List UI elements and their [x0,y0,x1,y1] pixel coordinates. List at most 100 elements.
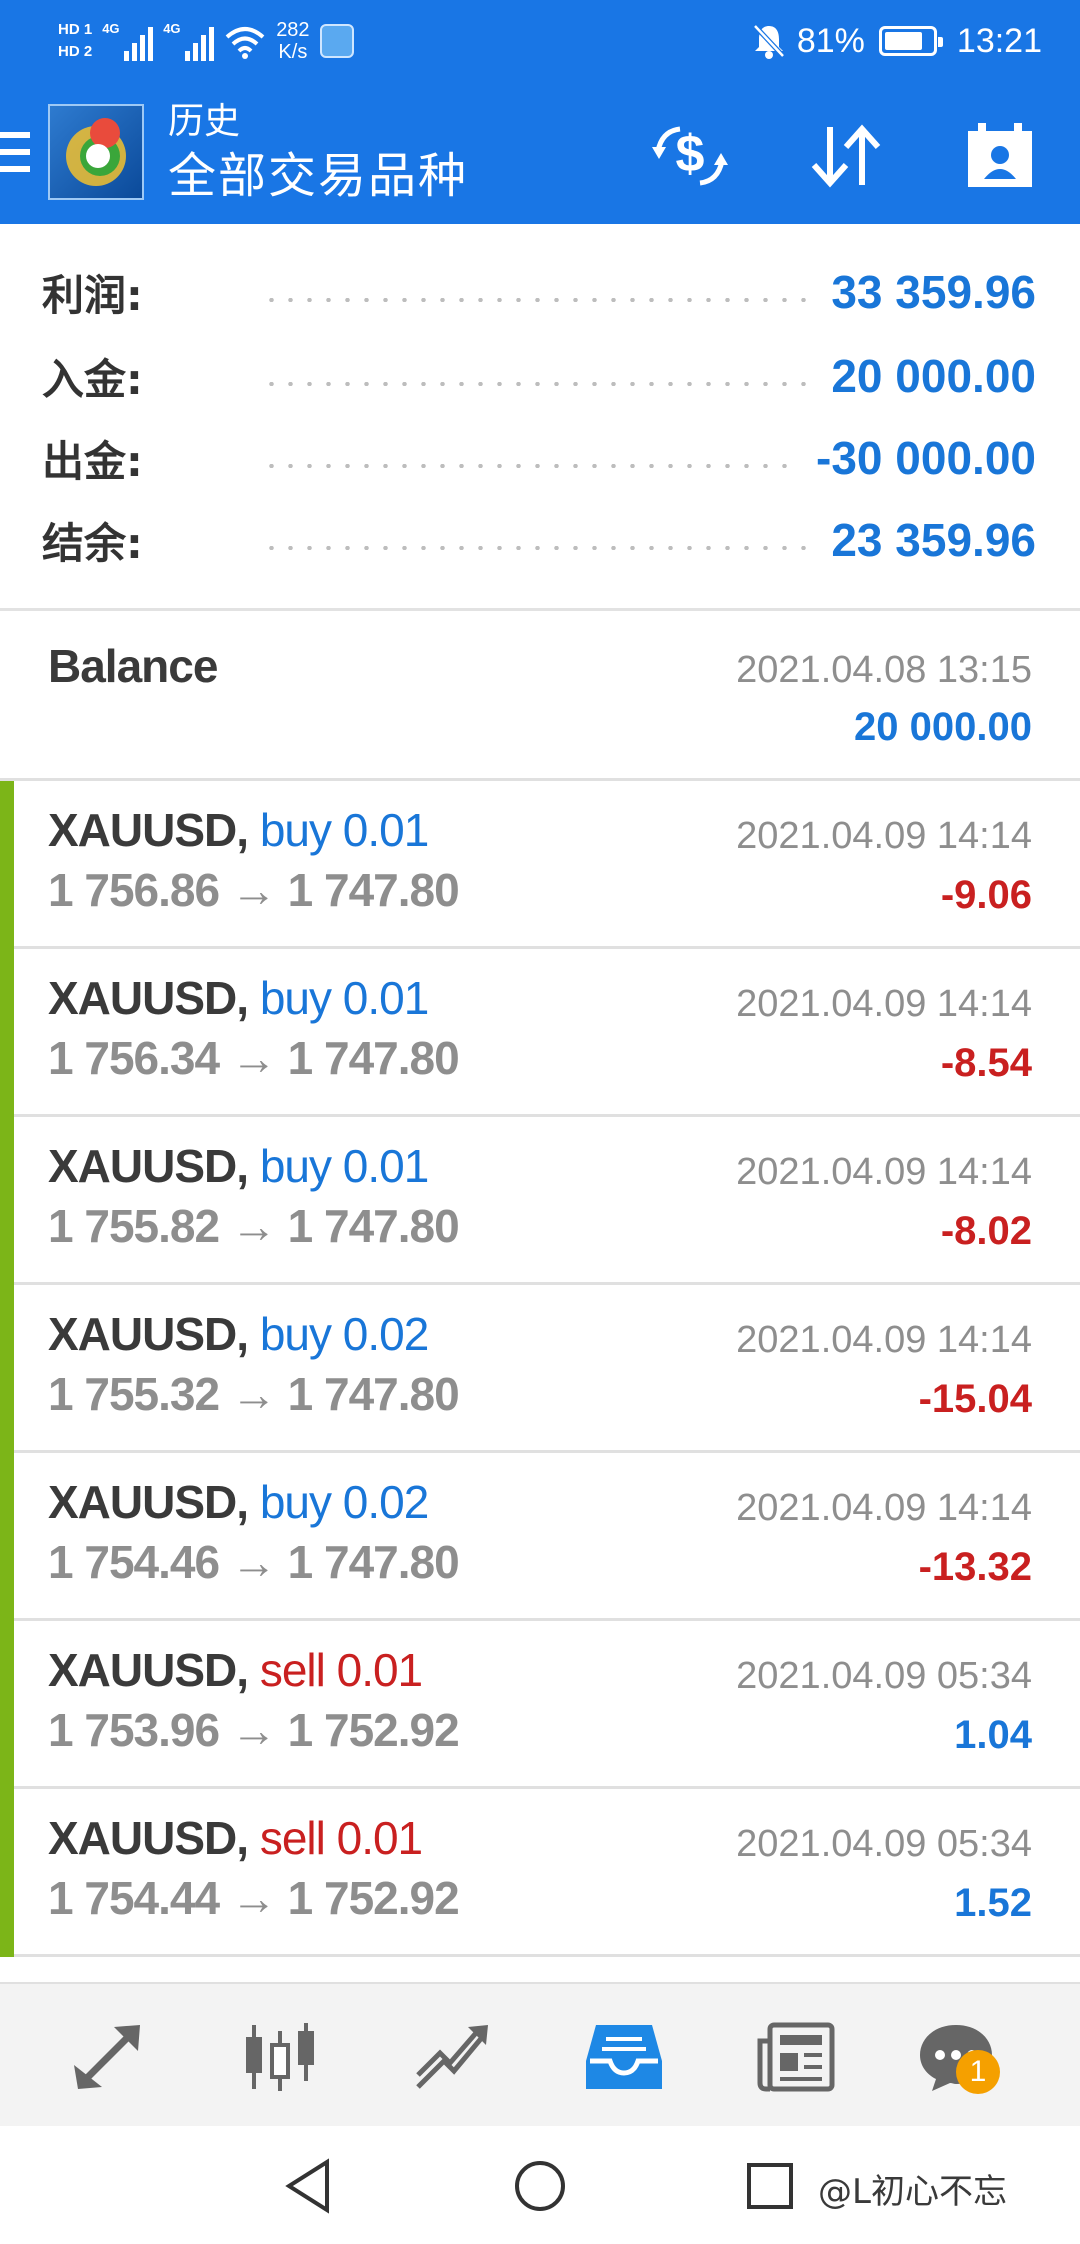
balance-row: 结余: 23 359.96 [42,510,1036,570]
trade-title: XAUUSD, buy 0.01 [48,971,429,1025]
chat-badge: 1 [956,2050,1000,2094]
net2-label: 4G [163,21,181,36]
withdrawal-value: -30 000.00 [816,432,1036,484]
speed-value: 282 [276,19,310,41]
leader-dots [262,546,812,550]
status-right-group: 81% 13:21 [751,14,1042,68]
net1-label: 4G [102,21,120,36]
balance-entry[interactable]: Balance 2021.04.08 13:15 20 000.00 [0,611,1080,781]
balance-entry-amount: 20 000.00 [854,705,1032,749]
trade-row[interactable]: XAUUSD, buy 0.02 1 754.46 → 1 747.80 202… [0,1453,1080,1621]
dollar-sync-icon[interactable]: $ [648,118,732,194]
trade-accent-bar [0,1285,14,1453]
trade-side: buy 0.01 [259,1140,429,1192]
trade-row[interactable]: XAUUSD, buy 0.01 1 755.82 → 1 747.80 202… [0,1117,1080,1285]
sort-icon[interactable] [804,118,888,194]
calendar-user-icon[interactable] [958,118,1042,194]
trade-time: 2021.04.09 14:14 [736,1487,1032,1529]
trade-prices: 1 754.46 → 1 747.80 [48,1536,460,1588]
trade-time: 2021.04.09 14:14 [736,815,1032,857]
news-icon[interactable] [746,2012,846,2102]
trade-title: XAUUSD, buy 0.02 [48,1475,429,1529]
trade-accent-bar [0,1621,14,1789]
hd-indicators: HD 1 HD 2 [58,21,92,61]
trade-row[interactable]: XAUUSD, sell 0.01 1 754.44 → 1 752.92 20… [0,1789,1080,1957]
trade-symbol: XAUUSD, [48,1308,249,1360]
trade-prices: 1 753.96 → 1 752.92 [48,1704,460,1756]
trade-title: XAUUSD, buy 0.02 [48,1307,429,1361]
recents-icon[interactable] [740,2156,800,2216]
trade-profit: -8.54 [940,1041,1032,1085]
trade-prices: 1 755.82 → 1 747.80 [48,1200,460,1252]
clock: 13:21 [956,21,1042,60]
trade-prices: 1 754.44 → 1 752.92 [48,1872,460,1924]
chat-icon[interactable]: 1 [906,2012,1006,2102]
back-icon[interactable] [278,2156,338,2216]
deposit-label: 入金: [42,354,143,404]
trade-side: buy 0.01 [259,804,429,856]
trade-side: buy 0.02 [259,1476,429,1528]
balance-value: 23 359.96 [831,514,1036,566]
trade-profit: -9.06 [940,873,1032,917]
hd2-indicator: HD 2 [58,43,93,60]
profit-label: 利润: [42,270,143,320]
signal-2-icon: 4G [163,21,215,61]
trade-icon[interactable] [402,2012,502,2102]
summary-panel: 利润: 33 359.96 入金: 20 000.00 出金: -30 000.… [0,226,1080,608]
page-subtitle: 历史 [168,101,241,142]
bottom-nav: 1 [0,1982,1080,2126]
balance-entry-time: 2021.04.08 13:15 [736,649,1032,691]
trade-time: 2021.04.09 14:14 [736,1151,1032,1193]
quotes-icon[interactable] [58,2012,158,2102]
trade-accent-bar [0,949,14,1117]
trade-accent-bar [0,1789,14,1957]
trade-row[interactable]: XAUUSD, sell 0.01 1 753.96 → 1 752.92 20… [0,1621,1080,1789]
trade-title: XAUUSD, buy 0.01 [48,803,429,857]
trade-prices: 1 756.34 → 1 747.80 [48,1032,460,1084]
trade-profit: -13.32 [918,1545,1032,1589]
battery-fill [884,32,923,50]
trade-row[interactable]: XAUUSD, buy 0.01 1 756.34 → 1 747.80 202… [0,949,1080,1117]
trade-profit: 1.52 [954,1881,1032,1925]
trade-time: 2021.04.09 05:34 [736,1655,1032,1697]
watermark: @L初心不忘 [818,2172,1007,2212]
balance-label: 结余: [42,518,143,568]
withdrawal-row: 出金: -30 000.00 [42,428,1036,488]
chart-icon[interactable] [230,2012,330,2102]
page-title[interactable]: 全部交易品种 [168,144,468,208]
trade-accent-bar [0,1453,14,1621]
trade-profit: -15.04 [918,1377,1032,1421]
trade-profit: -8.02 [940,1209,1032,1253]
trade-time: 2021.04.09 14:14 [736,1319,1032,1361]
trade-symbol: XAUUSD, [48,972,249,1024]
svg-text:$: $ [676,125,705,183]
menu-icon[interactable] [0,132,30,172]
hd1-indicator: HD 1 [58,21,93,38]
trade-side: buy 0.01 [259,972,429,1024]
leader-dots [262,298,812,302]
trade-symbol: XAUUSD, [48,1644,249,1696]
trade-prices: 1 756.86 → 1 747.80 [48,864,460,916]
network-speed: 282 K/s [276,19,309,63]
trade-row[interactable]: XAUUSD, buy 0.01 1 756.86 → 1 747.80 202… [0,781,1080,949]
leader-dots [262,382,812,386]
trade-title: XAUUSD, buy 0.01 [48,1139,429,1193]
trade-prices: 1 755.32 → 1 747.80 [48,1368,460,1420]
history-icon[interactable] [574,2012,674,2102]
trade-side: sell 0.01 [259,1644,423,1696]
trade-symbol: XAUUSD, [48,1140,249,1192]
trade-time: 2021.04.09 14:14 [736,983,1032,1025]
trade-profit: 1.04 [954,1713,1032,1757]
home-icon[interactable] [510,2156,570,2216]
trade-title: XAUUSD, sell 0.01 [48,1643,423,1697]
withdrawal-label: 出金: [42,436,143,486]
balance-entry-label: Balance [48,640,218,692]
trade-side: sell 0.01 [259,1812,423,1864]
battery-percent: 81% [796,21,865,60]
profit-row: 利润: 33 359.96 [42,262,1036,322]
mute-bell-icon [753,24,785,59]
leader-dots [262,464,797,468]
trade-row[interactable]: XAUUSD, buy 0.02 1 755.32 → 1 747.80 202… [0,1285,1080,1453]
battery-icon [878,26,943,56]
app-logo [48,104,144,200]
